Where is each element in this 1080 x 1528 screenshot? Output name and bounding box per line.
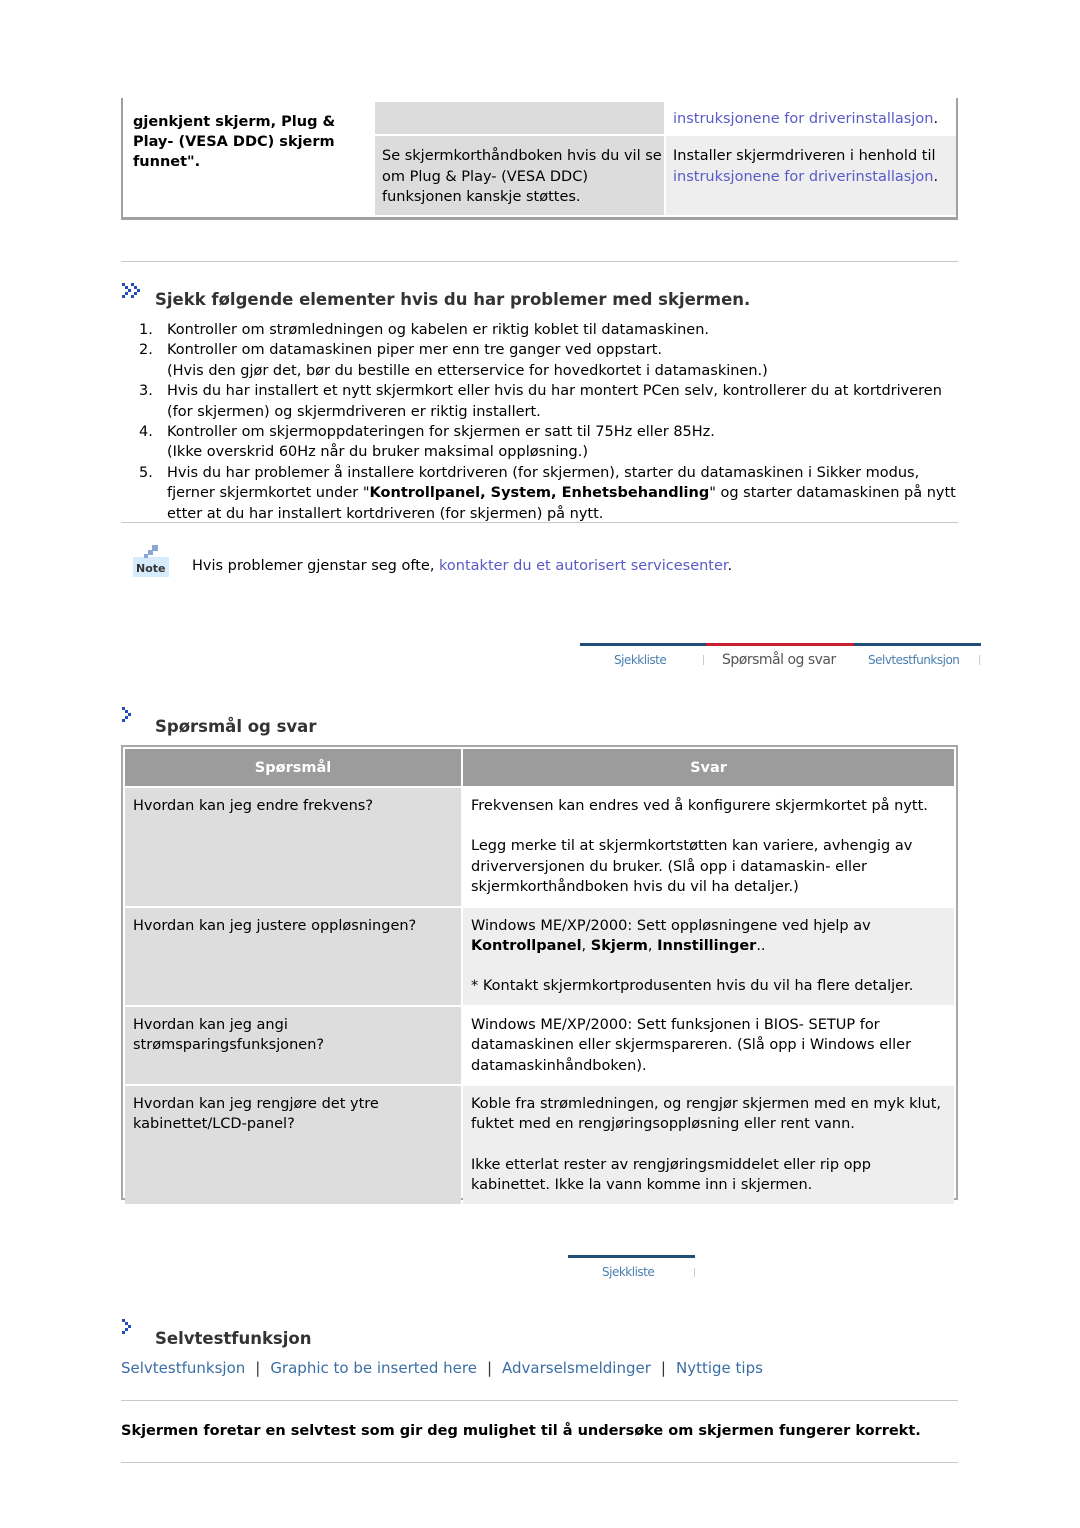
link-selvtestfunksjon[interactable]: Selvtestfunksjon	[121, 1359, 245, 1377]
service-center-link[interactable]: kontakter du et autorisert servicesenter	[439, 558, 728, 574]
link-separator: |	[486, 1359, 492, 1377]
tab-bar-active-line	[706, 643, 854, 646]
item-text: Kontroller om skjermoppdateringen for sk…	[167, 424, 715, 441]
note-icon-label: Note	[136, 562, 166, 575]
tab-bar-line	[854, 643, 981, 646]
item-subtext: (Hvis den gjør det, bør du bestille en e…	[167, 362, 768, 379]
selftest-statement: Skjermen foretar en selvtest som gir deg…	[121, 1423, 921, 1439]
qa-table: Spørsmål Svar Hvordan kan jeg endre frek…	[121, 745, 958, 1204]
answer-paragraph: Koble fra strømledningen, og rengjør skj…	[471, 1096, 942, 1133]
question-cell: Hvordan kan jeg rengjøre det ytre kabine…	[125, 1086, 461, 1204]
table-header-row: Spørsmål Svar	[125, 749, 954, 786]
item-text: Kontroller om datamaskinen piper mer enn…	[167, 342, 663, 359]
tab-separator	[979, 655, 980, 665]
answer-cell: Windows ME/XP/2000: Sett funksjonen i BI…	[463, 1006, 954, 1085]
link-separator: |	[660, 1359, 666, 1377]
question-cell: Hvordan kan jeg endre frekvens?	[125, 788, 461, 906]
link-nyttige-tips[interactable]: Nyttige tips	[676, 1359, 763, 1377]
item-number: 4.	[139, 424, 153, 441]
note-message: Hvis problemer gjenstar seg ofte,	[192, 558, 440, 574]
divider	[121, 261, 958, 262]
table-row: Hvordan kan jeg rengjøre det ytre kabine…	[125, 1086, 954, 1204]
column-header-question: Spørsmål	[125, 749, 461, 786]
selftest-links: Selvtestfunksjon | Graphic to be inserted …	[121, 1359, 763, 1377]
answer-cell: Koble fra strømledningen, og rengjør skj…	[463, 1086, 954, 1204]
checklist-title: Sjekk følgende elementer hvis du har pro…	[155, 290, 751, 309]
chevron-right-icon	[122, 1319, 131, 1334]
item-number: 3.	[139, 383, 153, 400]
list-item: 5. Hvis du har problemer å installere kor…	[121, 463, 961, 524]
driver-install-link-2[interactable]: instruksjonene for driverinstallasjon	[673, 169, 933, 185]
separator: ,	[581, 938, 591, 955]
table-row: Hvordan kan jeg angi strømsparingsfunksj…	[125, 1006, 954, 1085]
tab-bar-line	[568, 1255, 695, 1258]
note-icon: Note	[130, 543, 172, 579]
section-tabs-2: Sjekkliste	[568, 1255, 698, 1299]
tab-sjekkliste[interactable]: Sjekkliste	[602, 1265, 655, 1279]
table-cell-cause: Se skjermkorthåndboken hvis du vil se om…	[375, 136, 664, 215]
link-separator: |	[255, 1359, 261, 1377]
item-text: Kontroller om strømledningen og kabelen …	[167, 322, 709, 338]
answer-text: Windows ME/XP/2000: Sett oppløsningene v…	[471, 917, 871, 934]
cause-text: Se skjermkorthåndboken hvis du vil se om…	[382, 148, 662, 205]
table-cell-solution-2: Installer skjermdriveren i henhold til i…	[666, 136, 956, 215]
question-cell: Hvordan kan jeg angi strømsparingsfunksj…	[125, 1006, 461, 1085]
punctuation: ..	[756, 938, 766, 955]
tab-sjekkliste[interactable]: Sjekkliste	[614, 653, 667, 667]
separator: ,	[647, 938, 658, 955]
question-cell: Hvordan kan jeg justere oppløsningen?	[125, 907, 461, 1005]
driver-table-fragment: gjenkjent skjerm, Plug & Play- (VESA DDC…	[121, 98, 958, 220]
answer-cell: Windows ME/XP/2000: Sett oppløsningene v…	[463, 907, 954, 1005]
list-item: 3. Hvis du har installert et nytt skjermk…	[121, 381, 961, 422]
item-number: 1.	[139, 322, 153, 338]
list-item: 1. Kontroller om strømledningen og kabele…	[121, 320, 961, 340]
solution-text: Installer skjermdriveren i henhold til	[673, 148, 936, 164]
answer-paragraph: * Kontakt skjermkortprodusenten hvis du …	[471, 978, 914, 995]
period: .	[933, 168, 939, 185]
answer-cell: Frekvensen kan endres ved å konfigurere …	[463, 788, 954, 906]
answer-paragraph: Legg merke til at skjermkortstøtten kan …	[471, 838, 913, 896]
bold-term: Innstillinger	[657, 938, 757, 955]
divider	[121, 1462, 958, 1463]
table-cell-symptom: gjenkjent skjerm, Plug & Play- (VESA DDC…	[133, 114, 336, 170]
item-number: 2.	[139, 342, 153, 359]
table-row: Hvordan kan jeg endre frekvens? Frekvens…	[125, 788, 954, 906]
note-text: Hvis problemer gjenstar seg ofte, kontak…	[192, 558, 732, 574]
double-chevron-right-icon	[122, 283, 140, 298]
item-number: 5.	[139, 464, 153, 481]
section-tabs: Sjekkliste Spørsmål og svar Selvtestfunk…	[580, 643, 981, 687]
chevron-right-icon	[122, 707, 131, 722]
divider	[121, 1400, 958, 1401]
list-item: 4. Kontroller om skjermoppdateringen for …	[121, 422, 961, 463]
selftest-title: Selvtestfunksjon	[155, 1329, 312, 1348]
driver-install-link-1[interactable]: instruksjonene for driverinstallasjon	[673, 111, 933, 127]
answer-paragraph: Frekvensen kan endres ved å konfigurere …	[471, 798, 928, 814]
answer-paragraph: Ikke etterlat rester av rengjøringsmidde…	[471, 1156, 871, 1194]
table-cell-empty	[375, 102, 664, 134]
bold-term: Kontrollpanel	[471, 938, 582, 955]
link-graphic[interactable]: Graphic to be inserted here	[270, 1359, 477, 1377]
tab-separator	[703, 655, 704, 665]
table-cell-solution-1: instruksjonene for driverinstallasjon.	[666, 102, 956, 134]
checklist: 1. Kontroller om strømledningen og kabele…	[121, 320, 961, 524]
period: .	[933, 111, 939, 127]
list-item: 2. Kontroller om datamaskinen piper mer e…	[121, 340, 961, 381]
tab-separator	[694, 1268, 695, 1277]
link-advarselsmeldinger[interactable]: Advarselsmeldinger	[502, 1359, 651, 1377]
answer-paragraph: Windows ME/XP/2000: Sett oppløsningene v…	[471, 916, 946, 957]
item-text: Hvis du har installert et nytt skjermkor…	[167, 383, 942, 420]
period: .	[727, 558, 733, 574]
bold-term: Skjerm	[590, 938, 648, 955]
item-subtext: (Ikke overskrid 60Hz når du bruker maksi…	[167, 444, 589, 461]
tab-sporsmal-og-svar[interactable]: Spørsmål og svar	[722, 652, 836, 668]
column-header-answer: Svar	[463, 749, 954, 786]
qa-title: Spørsmål og svar	[155, 717, 317, 736]
tab-bar-line	[580, 643, 706, 646]
divider	[121, 522, 958, 523]
item-bold-text: Kontrollpanel, System, Enhetsbehandling	[369, 485, 710, 502]
table-row: Hvordan kan jeg justere oppløsningen? Wi…	[125, 907, 954, 1005]
tab-selvtestfunksjon[interactable]: Selvtestfunksjon	[868, 653, 960, 667]
answer-paragraph: Windows ME/XP/2000: Sett funksjonen i BI…	[471, 1016, 912, 1074]
